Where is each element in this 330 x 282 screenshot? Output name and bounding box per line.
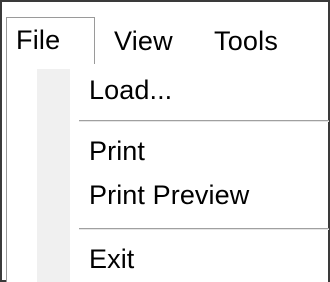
menu-item-print-preview-label: Print Preview (89, 180, 250, 210)
menu-tools[interactable]: Tools (214, 19, 278, 64)
menu-item-exit[interactable]: Exit (89, 241, 134, 277)
application-window: File View Tools Load... Print Print Prev… (0, 0, 330, 282)
menu-file[interactable]: File (6, 17, 95, 64)
menu-item-load[interactable]: Load... (89, 72, 172, 108)
menu-item-load-label: Load... (89, 75, 173, 105)
file-dropdown-menu: Load... Print Print Preview Exit (6, 63, 329, 282)
menu-view-label: View (114, 26, 173, 56)
menu-view[interactable]: View (114, 19, 173, 64)
menu-file-label: File (16, 25, 61, 55)
menu-separator (79, 228, 329, 230)
menu-separator (79, 120, 329, 122)
menu-bar: File View Tools (2, 2, 328, 64)
menu-tools-label: Tools (214, 26, 279, 56)
menu-item-print[interactable]: Print (89, 133, 145, 169)
menu-item-exit-label: Exit (89, 244, 135, 274)
menu-icon-gutter (37, 69, 70, 282)
menu-item-print-label: Print (89, 136, 146, 166)
menu-item-print-preview[interactable]: Print Preview (89, 177, 249, 213)
